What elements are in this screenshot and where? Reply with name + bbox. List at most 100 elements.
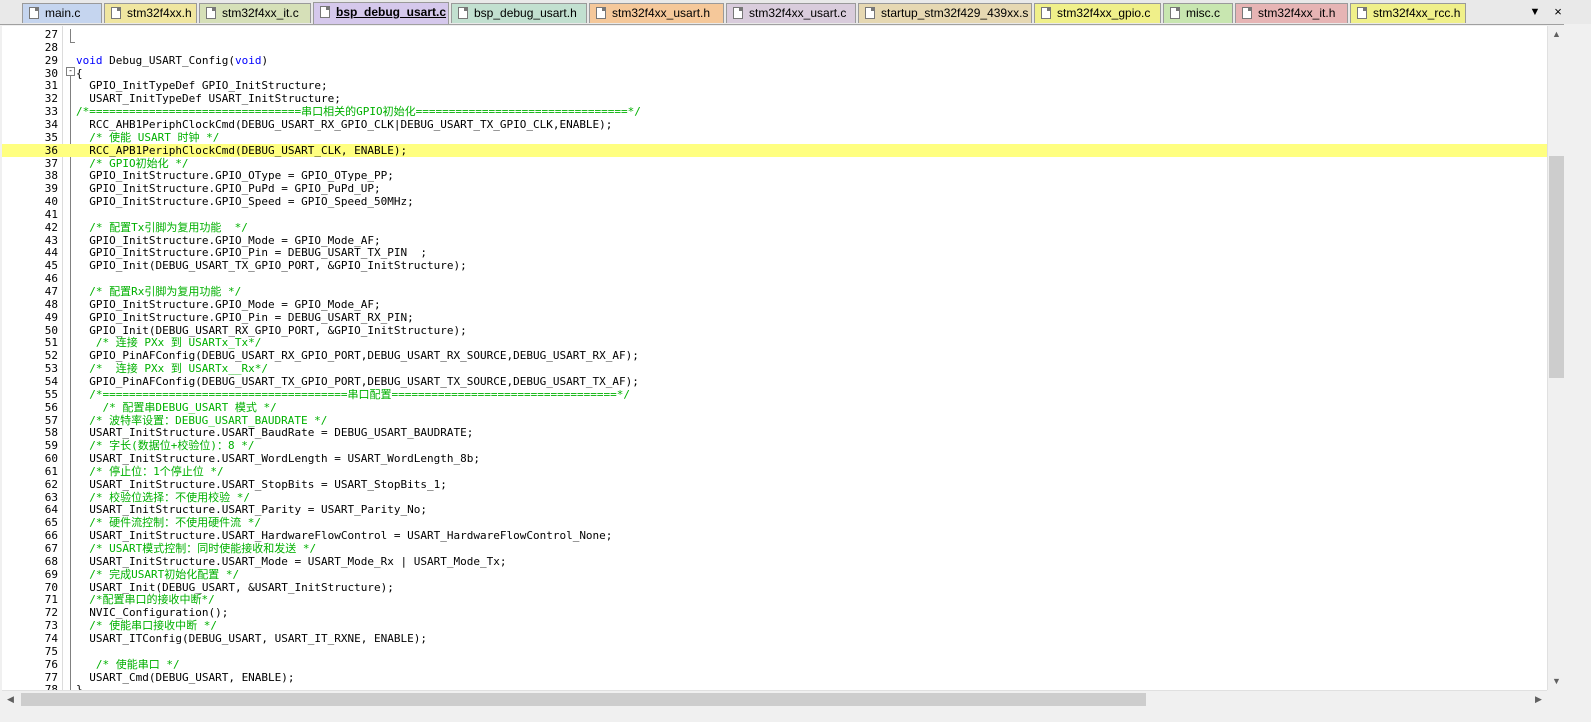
horizontal-scroll-thumb[interactable]	[21, 693, 1146, 706]
code-text: USART_InitStructure.USART_WordLength = U…	[76, 452, 480, 465]
line-number: 27	[44, 28, 58, 41]
scroll-up-icon[interactable]: ▲	[1548, 26, 1565, 43]
tab-stm32f4xx-h[interactable]: stm32f4xx.h	[104, 3, 197, 23]
code-line[interactable]: 69 /* 完成USART初始化配置 */	[2, 568, 1547, 581]
tab-main-c[interactable]: main.c	[22, 3, 102, 23]
code-text: GPIO_InitStructure.GPIO_Pin = DEBUG_USAR…	[76, 311, 414, 324]
line-number: 46	[44, 272, 58, 285]
code-line[interactable]: 52 GPIO_PinAFConfig(DEBUG_USART_RX_GPIO_…	[2, 349, 1547, 362]
tab-bsp-debug-usart-c[interactable]: bsp_debug_usart.c	[313, 2, 449, 24]
code-comment: /* 硬件流控制：不使用硬件流 */	[76, 516, 261, 529]
tab-misc-c[interactable]: misc.c	[1163, 3, 1233, 23]
code-line[interactable]: 53 /* 连接 PXx 到 USARTx__Rx*/	[2, 362, 1547, 375]
scroll-left-icon[interactable]: ◀	[2, 691, 19, 708]
code-line[interactable]: 29 void Debug_USART_Config(void)	[2, 54, 1547, 67]
code-line[interactable]: 40 GPIO_InitStructure.GPIO_Speed = GPIO_…	[2, 195, 1547, 208]
file-icon	[596, 7, 606, 19]
code-line[interactable]: 59 /* 字长(数据位+校验位)：8 */	[2, 439, 1547, 452]
code-text: USART_InitStructure.USART_HardwareFlowCo…	[76, 529, 613, 542]
tab-label: stm32f4xx.h	[127, 6, 192, 20]
line-number: 35	[44, 131, 58, 144]
code-line[interactable]: 60 USART_InitStructure.USART_WordLength …	[2, 452, 1547, 465]
code-line[interactable]: 78}	[2, 683, 1547, 690]
code-editor[interactable]: - 27 28 29 void Debug_USART_Config(void) 30{…	[2, 26, 1547, 690]
tab-stm32f4xx-rcc-h[interactable]: stm32f4xx_rcc.h	[1350, 3, 1466, 23]
code-line[interactable]: 28	[2, 41, 1547, 54]
code-comment: /* 使能串口 */	[76, 658, 180, 671]
code-line[interactable]: 38 GPIO_InitStructure.GPIO_OType = GPIO_…	[2, 169, 1547, 182]
code-line[interactable]: 27	[2, 28, 1547, 41]
tab-label: startup_stm32f429_439xx.s	[881, 6, 1029, 20]
code-line[interactable]: 32 USART_InitTypeDef USART_InitStructure…	[2, 92, 1547, 105]
code-line[interactable]: 34 RCC_AHB1PeriphClockCmd(DEBUG_USART_RX…	[2, 118, 1547, 131]
scroll-down-icon[interactable]: ▼	[1548, 673, 1565, 690]
code-line[interactable]: 71 /*配置串口的接收中断*/	[2, 593, 1547, 606]
file-icon	[1170, 7, 1180, 19]
line-number: 55	[44, 388, 58, 401]
code-line[interactable]: 54 GPIO_PinAFConfig(DEBUG_USART_TX_GPIO_…	[2, 375, 1547, 388]
tab-stm32f4xx-usart-c[interactable]: stm32f4xx_usart.c	[726, 3, 856, 23]
file-icon	[1357, 7, 1367, 19]
code-line[interactable]: 56 /* 配置串DEBUG_USART 模式 */	[2, 401, 1547, 414]
tab-label: stm32f4xx_it.c	[222, 6, 299, 20]
line-number: 66	[44, 529, 58, 542]
code-text: USART_ITConfig(DEBUG_USART, USART_IT_RXN…	[76, 632, 427, 645]
horizontal-scrollbar[interactable]: ◀ ▶	[2, 690, 1547, 708]
line-number: 62	[44, 478, 58, 491]
code-line[interactable]: 51 /* 连接 PXx 到 USARTx_Tx*/	[2, 336, 1547, 349]
code-line[interactable]: 65 /* 硬件流控制：不使用硬件流 */	[2, 516, 1547, 529]
code-line[interactable]: 64 USART_InitStructure.USART_Parity = US…	[2, 503, 1547, 516]
tab-menu-dropdown-icon[interactable]: ▼	[1527, 3, 1543, 21]
code-line[interactable]: 33 /*================================串口相关…	[2, 105, 1547, 118]
code-line[interactable]: 39 GPIO_InitStructure.GPIO_PuPd = GPIO_P…	[2, 182, 1547, 195]
current-code-line[interactable]: 36 RCC_APB1PeriphClockCmd(DEBUG_USART_CL…	[2, 144, 1547, 157]
line-number: 38	[44, 169, 58, 182]
code-line[interactable]: 67 /* USART模式控制：同时使能接收和发送 */	[2, 542, 1547, 555]
line-number: 31	[44, 79, 58, 92]
code-line[interactable]: 55 /*===================================…	[2, 388, 1547, 401]
code-line[interactable]: 46	[2, 272, 1547, 285]
code-line[interactable]: 72 NVIC_Configuration();	[2, 606, 1547, 619]
code-text: GPIO_PinAFConfig(DEBUG_USART_RX_GPIO_POR…	[76, 349, 639, 362]
code-line[interactable]: 41	[2, 208, 1547, 221]
code-line[interactable]: 75	[2, 645, 1547, 658]
tab-bsp-debug-usart-h[interactable]: bsp_debug_usart.h	[451, 3, 587, 23]
code-line[interactable]: 47 /* 配置Rx引脚为复用功能 */	[2, 285, 1547, 298]
code-line[interactable]: 42 /* 配置Tx引脚为复用功能 */	[2, 221, 1547, 234]
tab-label: main.c	[45, 6, 81, 20]
file-icon	[865, 7, 875, 19]
file-icon	[733, 7, 743, 19]
scroll-right-icon[interactable]: ▶	[1530, 691, 1547, 708]
code-line[interactable]: 73 /* 使能串口接收中断 */	[2, 619, 1547, 632]
code-line[interactable]: 48 GPIO_InitStructure.GPIO_Mode = GPIO_M…	[2, 298, 1547, 311]
code-line[interactable]: 62 USART_InitStructure.USART_StopBits = …	[2, 478, 1547, 491]
tab-stm32f4xx-usart-h[interactable]: stm32f4xx_usart.h	[589, 3, 724, 23]
code-line[interactable]: 66 USART_InitStructure.USART_HardwareFlo…	[2, 529, 1547, 542]
code-line[interactable]: 35 /* 使能 USART 时钟 */	[2, 131, 1547, 144]
code-text: USART_InitStructure.USART_StopBits = USA…	[76, 478, 447, 491]
vertical-scroll-thumb[interactable]	[1549, 156, 1564, 378]
code-line[interactable]: 58 USART_InitStructure.USART_BaudRate = …	[2, 426, 1547, 439]
tab-startup-stm32f429-439xx-s[interactable]: startup_stm32f429_439xx.s	[858, 3, 1032, 23]
code-line[interactable]: 68 USART_InitStructure.USART_Mode = USAR…	[2, 555, 1547, 568]
code-line[interactable]: 74 USART_ITConfig(DEBUG_USART, USART_IT_…	[2, 632, 1547, 645]
vertical-scrollbar[interactable]: ▲ ▼	[1547, 26, 1565, 690]
line-number: 28	[44, 41, 58, 54]
code-line[interactable]: 31 GPIO_InitTypeDef GPIO_InitStructure;	[2, 79, 1547, 92]
code-line[interactable]: 61 /* 停止位：1个停止位 */	[2, 465, 1547, 478]
code-text: RCC_APB1PeriphClockCmd(DEBUG_USART_CLK, …	[76, 144, 408, 157]
code-line[interactable]: 45 GPIO_Init(DEBUG_USART_TX_GPIO_PORT, &…	[2, 259, 1547, 272]
tab-stm32f4xx-it-c[interactable]: stm32f4xx_it.c	[199, 3, 311, 23]
code-line[interactable]: 76 /* 使能串口 */	[2, 658, 1547, 671]
file-icon	[29, 7, 39, 19]
code-line[interactable]: 44 GPIO_InitStructure.GPIO_Pin = DEBUG_U…	[2, 246, 1547, 259]
tab-stm32f4xx-it-h[interactable]: stm32f4xx_it.h	[1235, 3, 1348, 23]
line-number: 32	[44, 92, 58, 105]
tab-close-icon[interactable]: ×	[1550, 3, 1566, 21]
code-comment: /* 配置Tx引脚为复用功能 */	[76, 221, 248, 234]
code-line[interactable]: 49 GPIO_InitStructure.GPIO_Pin = DEBUG_U…	[2, 311, 1547, 324]
line-number: 51	[44, 336, 58, 349]
code-text: GPIO_InitStructure.GPIO_Pin = DEBUG_USAR…	[76, 246, 427, 259]
line-number: 72	[44, 606, 58, 619]
tab-stm32f4xx-gpio-c[interactable]: stm32f4xx_gpio.c	[1034, 3, 1161, 23]
